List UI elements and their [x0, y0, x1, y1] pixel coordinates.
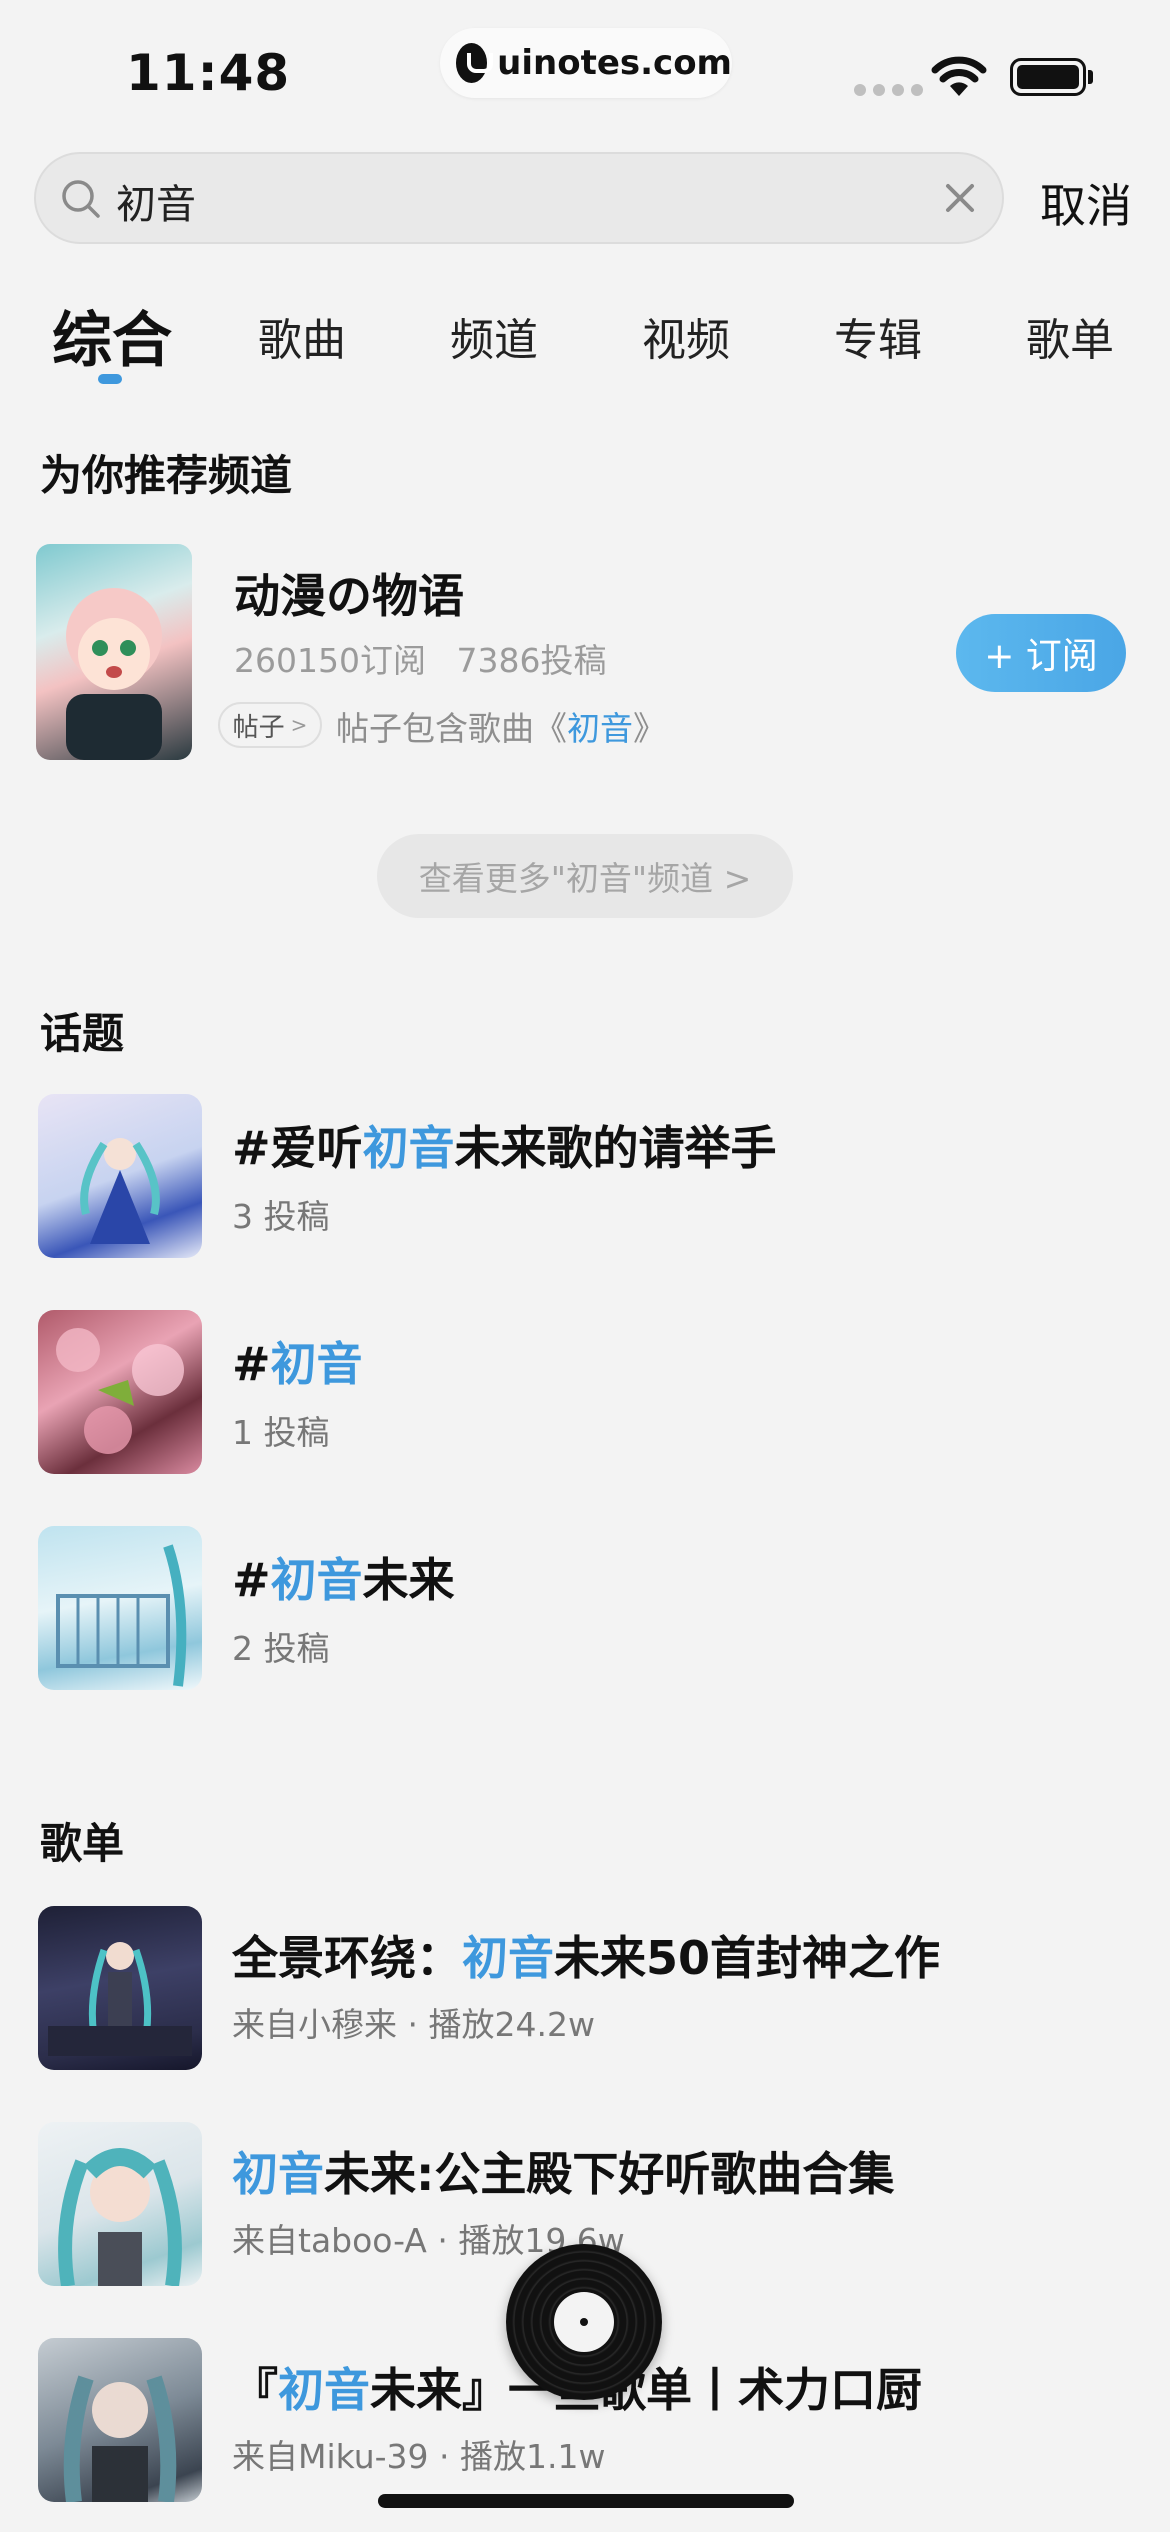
playlist-title[interactable]: 全景环绕：初音未来50首封神之作 — [232, 1922, 940, 1988]
topic-title-highlight: 初音 — [362, 1121, 455, 1175]
topic-post-count: 3 投稿 — [232, 1197, 330, 1236]
post-tag-label: 帖子 — [232, 712, 285, 743]
more-channels-button[interactable]: 查看更多"初音"频道 > — [377, 834, 793, 918]
playlist-meta: 来自小穆来 · 播放24.2w — [232, 2005, 595, 2044]
channel-post-description: 帖子包含歌曲《初音》 — [336, 702, 666, 750]
tab-channels[interactable]: 频道 — [450, 304, 538, 368]
playlist-meta: 来自Miku-39 · 播放1.1w — [232, 2437, 606, 2476]
tab-songs[interactable]: 歌曲 — [258, 304, 346, 368]
playlist-title[interactable]: 初音未来:公主殿下好听歌曲合集 — [232, 2138, 894, 2204]
topic-title-highlight: 初音 — [270, 1337, 363, 1391]
topic-cover-image[interactable] — [38, 1094, 202, 1258]
topic-title-suffix: 未来歌的请举手 — [454, 1121, 777, 1175]
desc-highlight: 初音 — [567, 709, 633, 748]
tab-albums[interactable]: 专辑 — [834, 304, 922, 368]
search-input[interactable]: 初音 — [116, 172, 196, 230]
uinotes-logo-icon — [456, 43, 494, 83]
section-title-recommend: 为你推荐频道 — [40, 451, 293, 500]
playlist-title-highlight: 初音 — [232, 2147, 324, 2201]
topic-title-prefix: #爱听 — [232, 1121, 363, 1175]
topic-title-suffix: 未来 — [362, 1553, 455, 1607]
topic-cover-image[interactable] — [38, 1526, 202, 1690]
battery-icon — [1010, 58, 1086, 96]
playlist-cover-image[interactable] — [38, 2122, 202, 2286]
playlist-title-prefix: 全景环绕： — [232, 1931, 462, 1985]
vinyl-record-icon[interactable] — [506, 2244, 662, 2400]
channel-subscribers: 260150订阅 — [234, 641, 426, 680]
cellular-signal-icon — [854, 84, 923, 96]
section-title-topics: 话题 — [40, 1009, 125, 1058]
post-tag[interactable]: 帖子 > — [218, 702, 322, 748]
search-icon — [60, 178, 102, 224]
watermark-badge: uinotes.com — [440, 28, 732, 98]
topic-title[interactable]: #初音 — [232, 1328, 363, 1394]
playlist-title-highlight: 初音 — [462, 1931, 554, 1985]
topic-title-prefix: # — [232, 1337, 271, 1391]
home-indicator[interactable] — [378, 2494, 794, 2508]
tab-playlists[interactable]: 歌单 — [1026, 304, 1114, 368]
tab-videos[interactable]: 视频 — [642, 304, 730, 368]
section-title-playlists: 歌单 — [40, 1819, 125, 1868]
status-time: 11:48 — [126, 44, 291, 102]
clear-search-icon[interactable] — [940, 178, 980, 222]
wifi-icon — [930, 56, 988, 100]
channel-cover-image[interactable] — [36, 544, 192, 760]
cancel-button[interactable]: 取消 — [1040, 170, 1132, 236]
channel-stats: 260150订阅 7386投稿 — [234, 634, 606, 682]
topic-title[interactable]: #初音未来 — [232, 1544, 455, 1610]
watermark-text: uinotes.com — [497, 43, 732, 83]
chevron-right-icon: > — [290, 713, 308, 737]
subscribe-button[interactable]: + 订阅 — [956, 614, 1126, 692]
playlist-title-highlight: 初音 — [278, 2363, 370, 2417]
battery-tip — [1088, 70, 1093, 84]
channel-posts: 7386投稿 — [456, 641, 607, 680]
topic-title-prefix: # — [232, 1553, 271, 1607]
playlist-title-suffix: 未来:公主殿下好听歌曲合集 — [324, 2147, 895, 2201]
playlist-title-suffix: 未来』一些歌单丨术力口厨 — [370, 2363, 922, 2417]
desc-suffix: 》 — [633, 709, 666, 748]
topic-post-count: 1 投稿 — [232, 1413, 330, 1452]
topic-cover-image[interactable] — [38, 1310, 202, 1474]
channel-name[interactable]: 动漫の物语 — [234, 560, 464, 626]
tab-active-indicator — [98, 374, 122, 384]
playlist-title-suffix: 未来50首封神之作 — [554, 1931, 941, 1985]
desc-prefix: 帖子包含歌曲《 — [336, 709, 567, 748]
playlist-title-prefix: 『 — [232, 2363, 278, 2417]
playlist-cover-image[interactable] — [38, 1906, 202, 2070]
topic-title-highlight: 初音 — [270, 1553, 363, 1607]
tab-all[interactable]: 综合 — [52, 292, 172, 379]
topic-title[interactable]: #爱听初音未来歌的请举手 — [232, 1112, 777, 1178]
topic-post-count: 2 投稿 — [232, 1629, 330, 1668]
playlist-cover-image[interactable] — [38, 2338, 202, 2502]
